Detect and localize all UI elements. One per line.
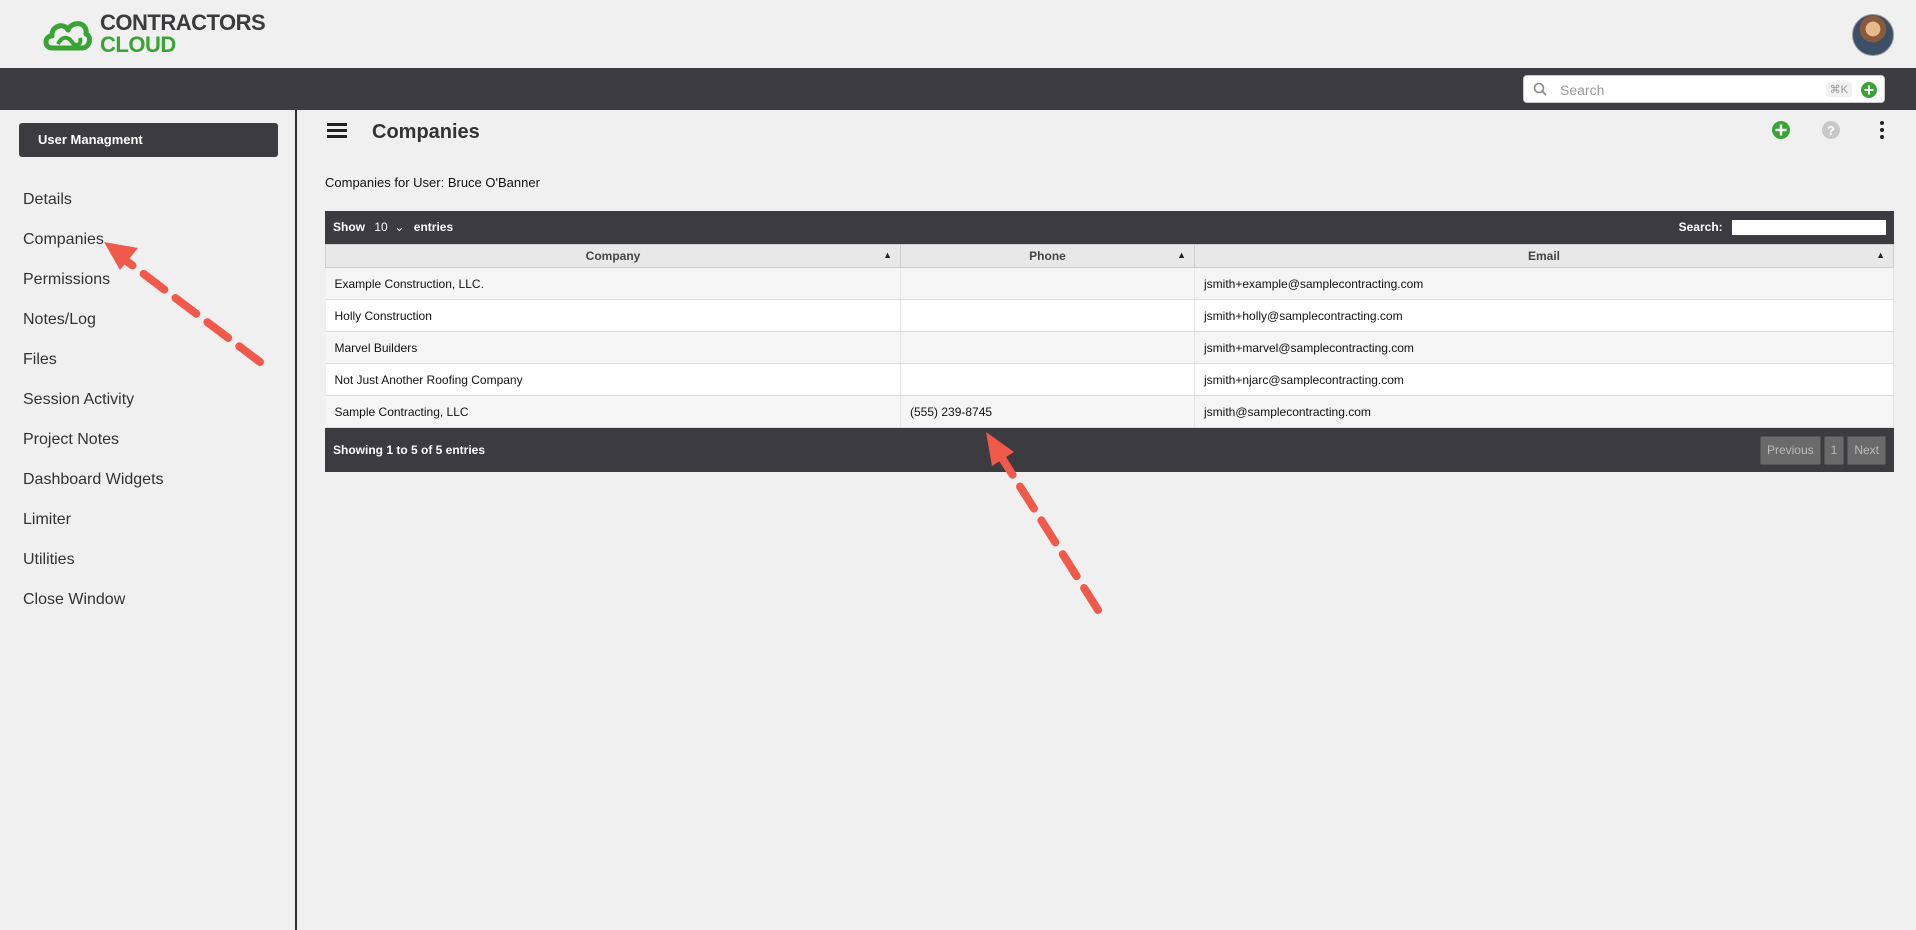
- top-header: CONTRACTORS CLOUD: [0, 0, 1916, 68]
- entries-length: Show 10 ⌄ entries: [333, 220, 454, 234]
- sidebar-item-session-activity[interactable]: Session Activity: [23, 390, 164, 430]
- sort-asc-icon: ▲: [883, 250, 892, 260]
- cell-phone: [900, 299, 1195, 332]
- cell-email: jsmith+holly@samplecontracting.com: [1194, 299, 1894, 332]
- cell-phone: [900, 363, 1195, 396]
- sidebar: User Managment Details Companies Permiss…: [0, 110, 297, 930]
- main-content: Companies ? Companies for User: Bruce O'…: [297, 110, 1916, 930]
- table-search-input[interactable]: [1732, 220, 1886, 236]
- logo-line-1: CONTRACTORS: [100, 10, 266, 35]
- page-title: Companies: [372, 121, 480, 143]
- hamburger-icon[interactable]: [327, 123, 347, 139]
- add-company-icon[interactable]: [1771, 120, 1791, 140]
- cell-email: jsmith+njarc@samplecontracting.com: [1194, 363, 1894, 396]
- global-search[interactable]: ⌘K: [1523, 75, 1885, 103]
- pagination: Previous 1 Next: [1759, 436, 1886, 465]
- cell-phone: [900, 331, 1195, 364]
- column-header-email[interactable]: Email ▲: [1194, 244, 1894, 268]
- cell-company: Holly Construction: [325, 299, 901, 332]
- entries-select[interactable]: 10 ⌄: [374, 220, 404, 234]
- table-info: Showing 1 to 5 of 5 entries: [333, 443, 486, 457]
- help-icon[interactable]: ?: [1821, 120, 1841, 140]
- sidebar-item-details[interactable]: Details: [23, 190, 164, 230]
- cell-email: jsmith+marvel@samplecontracting.com: [1194, 331, 1894, 364]
- column-header-phone[interactable]: Phone ▲: [900, 244, 1195, 268]
- logo-line-2: CLOUD: [100, 32, 176, 57]
- contractors-cloud-logo[interactable]: CONTRACTORS CLOUD: [42, 10, 266, 57]
- table-toolbar: Show 10 ⌄ entries Search:: [325, 211, 1894, 244]
- cell-company: Marvel Builders: [325, 331, 901, 364]
- cell-company: Not Just Another Roofing Company: [325, 363, 901, 396]
- pagination-page-1[interactable]: 1: [1823, 436, 1845, 465]
- companies-table-panel: Show 10 ⌄ entries Search: Company ▲ Phone…: [325, 211, 1894, 472]
- sidebar-item-close-window[interactable]: Close Window: [23, 590, 164, 630]
- quick-add-icon[interactable]: [1861, 82, 1877, 98]
- sidebar-nav: Details Companies Permissions Notes/Log …: [23, 190, 164, 630]
- table-row[interactable]: Marvel Builders jsmith+marvel@samplecont…: [325, 331, 1894, 364]
- cell-company: Sample Contracting, LLC: [325, 395, 901, 428]
- sidebar-header[interactable]: User Managment: [19, 123, 278, 157]
- table-row[interactable]: Example Construction, LLC. jsmith+exampl…: [325, 267, 1894, 300]
- sort-icon: ▲: [1177, 250, 1186, 260]
- svg-text:?: ?: [1827, 123, 1835, 138]
- sidebar-item-permissions[interactable]: Permissions: [23, 270, 164, 310]
- global-search-input[interactable]: [1558, 79, 1802, 101]
- cell-company: Example Construction, LLC.: [325, 267, 901, 300]
- search-icon: [1533, 82, 1547, 96]
- pagination-next[interactable]: Next: [1847, 436, 1886, 465]
- search-shortcut: ⌘K: [1825, 82, 1852, 97]
- cell-phone: [900, 267, 1195, 300]
- sidebar-item-dashboard-widgets[interactable]: Dashboard Widgets: [23, 470, 164, 510]
- table-row[interactable]: Not Just Another Roofing Company jsmith+…: [325, 363, 1894, 396]
- more-options-icon[interactable]: [1879, 120, 1885, 140]
- table-row[interactable]: Holly Construction jsmith+holly@sampleco…: [325, 299, 1894, 332]
- sidebar-item-companies[interactable]: Companies: [23, 230, 164, 270]
- pagination-previous[interactable]: Previous: [1759, 436, 1821, 465]
- sidebar-item-project-notes[interactable]: Project Notes: [23, 430, 164, 470]
- sidebar-item-utilities[interactable]: Utilities: [23, 550, 164, 590]
- table-footer: Showing 1 to 5 of 5 entries Previous 1 N…: [325, 428, 1894, 472]
- companies-table: Company ▲ Phone ▲ Email ▲ Example Construct…: [325, 244, 1894, 428]
- cell-email: jsmith@samplecontracting.com: [1194, 395, 1894, 428]
- sort-icon: ▲: [1876, 250, 1885, 260]
- sidebar-item-files[interactable]: Files: [23, 350, 164, 390]
- sidebar-item-limiter[interactable]: Limiter: [23, 510, 164, 550]
- cloud-logo-icon: [43, 21, 92, 51]
- companies-subtitle: Companies for User: Bruce O'Banner: [325, 175, 540, 190]
- table-row[interactable]: Sample Contracting, LLC (555) 239-8745 j…: [325, 395, 1894, 428]
- cell-email: jsmith+example@samplecontracting.com: [1194, 267, 1894, 300]
- table-filter: Search:: [1679, 220, 1886, 236]
- cell-phone: (555) 239-8745: [900, 395, 1195, 428]
- user-avatar[interactable]: [1852, 14, 1894, 56]
- sidebar-item-notes-log[interactable]: Notes/Log: [23, 310, 164, 350]
- column-header-company[interactable]: Company ▲: [325, 244, 901, 268]
